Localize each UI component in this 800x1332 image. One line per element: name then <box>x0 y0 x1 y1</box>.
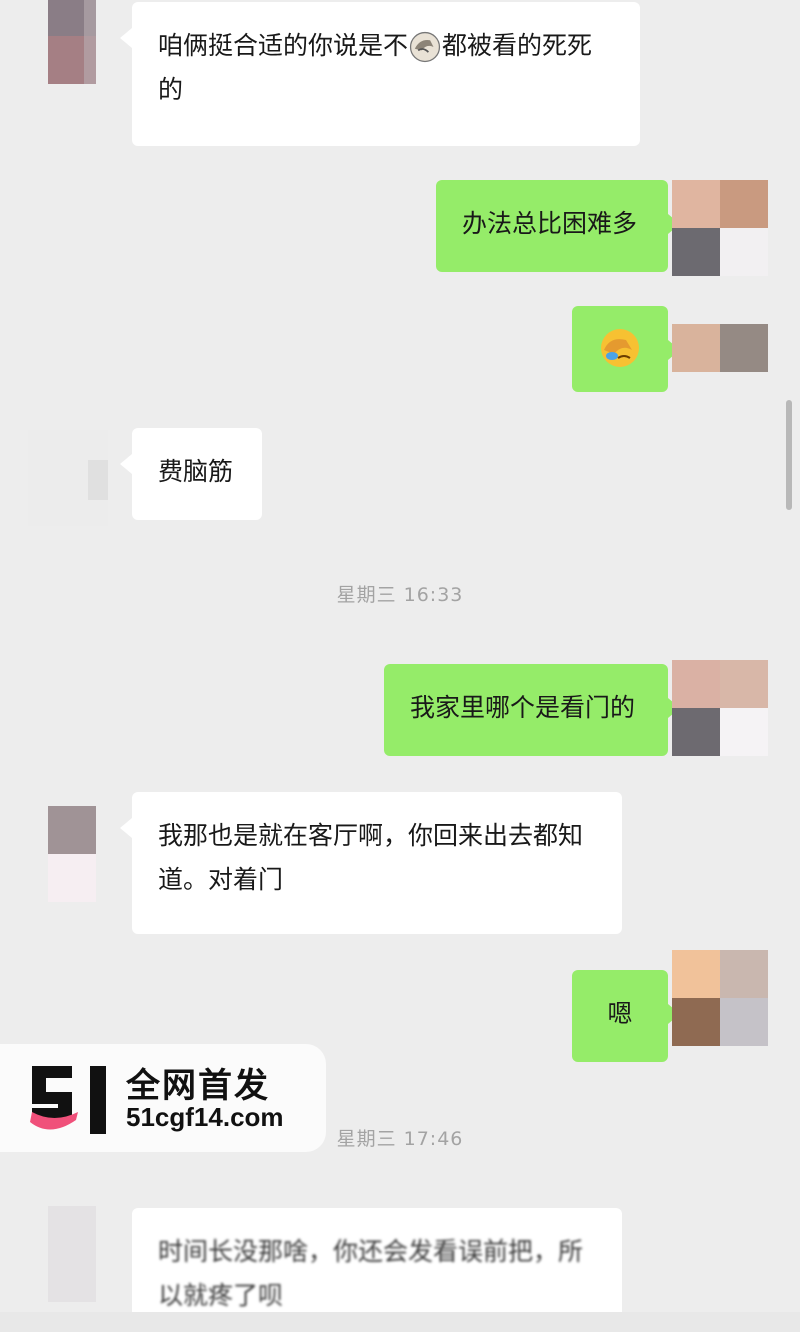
message-text: 咱俩挺合适的你说是不 <box>158 31 409 60</box>
scrollbar[interactable] <box>786 400 792 510</box>
message-bubble-outgoing[interactable] <box>572 306 680 392</box>
watermark-title: 全网首发 <box>126 1066 270 1106</box>
site-logo-icon <box>30 1066 106 1134</box>
user-avatar[interactable] <box>672 950 768 1046</box>
facepalm-emoji <box>409 31 441 63</box>
bottom-bar <box>0 1312 800 1332</box>
message-bubble-outgoing[interactable]: 嗯 <box>572 970 680 1062</box>
contact-avatar[interactable] <box>28 430 108 526</box>
message-bubble-incoming[interactable]: 咱俩挺合适的你说是不 都被看的死死的 <box>120 2 640 146</box>
user-avatar[interactable] <box>672 660 768 756</box>
message-text: 时间长没那啥，你还会发看误前把，所以就疼了呗 <box>158 1237 584 1310</box>
facepalm-emoji <box>601 329 639 367</box>
message-text: 嗯 <box>607 999 633 1028</box>
message-text: 费脑筋 <box>158 457 234 486</box>
contact-avatar[interactable] <box>48 1206 96 1302</box>
message-bubble-outgoing[interactable]: 我家里哪个是看门的 <box>384 664 680 756</box>
message-bubble-incoming[interactable]: 费脑筋 <box>120 428 262 520</box>
message-bubble-incoming[interactable]: 我那也是就在客厅啊，你回来出去都知道。对着门 <box>120 792 622 934</box>
timestamp: 星期三 16:33 <box>336 584 464 606</box>
user-avatar[interactable] <box>672 306 768 372</box>
watermark-url: 51cgf14.com <box>126 1102 284 1132</box>
message-text: 我家里哪个是看门的 <box>410 693 636 722</box>
message-text: 办法总比困难多 <box>462 209 638 238</box>
message-bubble-outgoing[interactable]: 办法总比困难多 <box>436 180 680 272</box>
watermark: 全网首发 51cgf14.com <box>0 1044 326 1152</box>
message-text: 我那也是就在客厅啊，你回来出去都知道。对着门 <box>158 821 584 894</box>
user-avatar[interactable] <box>672 180 768 276</box>
contact-avatar[interactable] <box>48 0 96 96</box>
contact-avatar[interactable] <box>48 806 96 902</box>
